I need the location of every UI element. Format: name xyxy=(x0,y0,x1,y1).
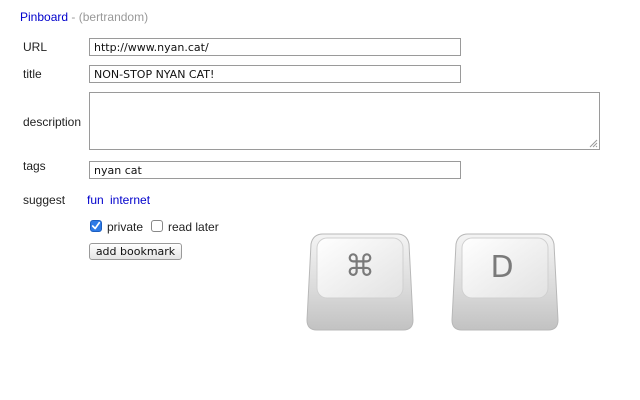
title-label: title xyxy=(23,67,42,81)
pinboard-link[interactable]: Pinboard xyxy=(20,10,68,24)
d-key-icon: D xyxy=(451,233,559,331)
read-later-label: read later xyxy=(168,220,219,234)
tags-input[interactable]: nyan cat xyxy=(89,161,461,179)
d-letter: D xyxy=(490,250,513,285)
page-header: Pinboard - (bertrandom) xyxy=(20,10,148,24)
add-bookmark-button[interactable]: add bookmark xyxy=(89,243,182,260)
suggest-tag-internet[interactable]: internet xyxy=(110,193,150,207)
private-label: private xyxy=(107,220,144,234)
tags-label: tags xyxy=(23,159,46,173)
title-input[interactable]: NON-STOP NYAN CAT! xyxy=(89,65,461,83)
suggest-tag-fun[interactable]: fun xyxy=(87,193,104,207)
url-label: URL xyxy=(23,40,48,54)
suggest-label: suggest xyxy=(23,193,66,207)
resize-grip-icon[interactable] xyxy=(589,139,598,148)
description-textarea[interactable] xyxy=(89,92,600,150)
username: (bertrandom) xyxy=(78,10,149,24)
header-separator: - xyxy=(68,10,79,24)
description-label: description xyxy=(23,115,82,129)
read-later-checkbox[interactable] xyxy=(151,220,163,232)
command-glyph: ⌘ xyxy=(345,249,375,284)
checkmark-icon xyxy=(91,221,101,230)
private-checkbox[interactable] xyxy=(90,220,102,232)
url-input[interactable]: http://www.nyan.cat/ xyxy=(89,38,461,56)
command-key-icon: ⌘ xyxy=(306,233,414,331)
